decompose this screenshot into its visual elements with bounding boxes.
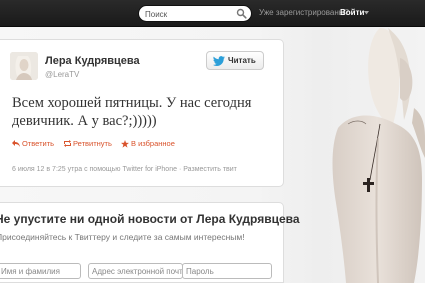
signin-link[interactable]: Войти [340,8,364,17]
signup-title: Не упустите ни одной новости от Лера Куд… [0,212,300,226]
search-icon[interactable] [236,8,247,19]
tweet-source[interactable]: Twitter for iPhone [123,166,177,173]
author-name[interactable]: Лера Кудрявцева [45,55,140,67]
author-handle[interactable]: @LeraTV [45,70,79,79]
tweet-timestamp[interactable]: 6 июля 12 в 7:25 утра с помощью [12,166,121,173]
background-photo [332,28,425,283]
avatar[interactable] [10,52,38,80]
embed-tweet-link[interactable]: Разместить твит [183,166,237,173]
already-registered-text: Уже зарегистрированы? [259,8,349,17]
tweet-text: Всем хорошей пятницы. У нас сегодня деви… [12,95,252,129]
follow-button[interactable]: Читать [206,51,264,70]
top-navigation-bar: Уже зарегистрированы? Войти [0,0,425,27]
search-input[interactable] [145,7,233,21]
name-field[interactable] [0,263,81,279]
tweet-meta: 6 июля 12 в 7:25 утра с помощью Twitter … [12,166,237,173]
twitter-bird-icon [213,56,225,66]
tweet-actions: Ответить Ретвитнуть В избранное [12,139,282,151]
password-field[interactable] [182,263,272,279]
search-box[interactable] [138,5,252,22]
chevron-down-icon[interactable] [364,11,369,15]
meta-separator: · [178,166,182,173]
tweet-card: Лера Кудрявцева @LeraTV Читать Всем хоро… [0,39,284,187]
retweet-icon [64,140,71,147]
star-icon [121,140,129,148]
avatar-image [10,52,38,80]
reply-label: Ответить [22,139,55,148]
signup-subtitle: Присоединяйтесь к Твиттеру и следите за … [0,232,245,242]
follow-button-label: Читать [228,56,256,65]
reply-icon [12,140,20,147]
email-field[interactable] [88,263,183,279]
favorite-label: В избранное [131,139,175,148]
signup-box: Не упустите ни одной новости от Лера Куд… [0,202,300,283]
retweet-label: Ретвитнуть [73,139,112,148]
